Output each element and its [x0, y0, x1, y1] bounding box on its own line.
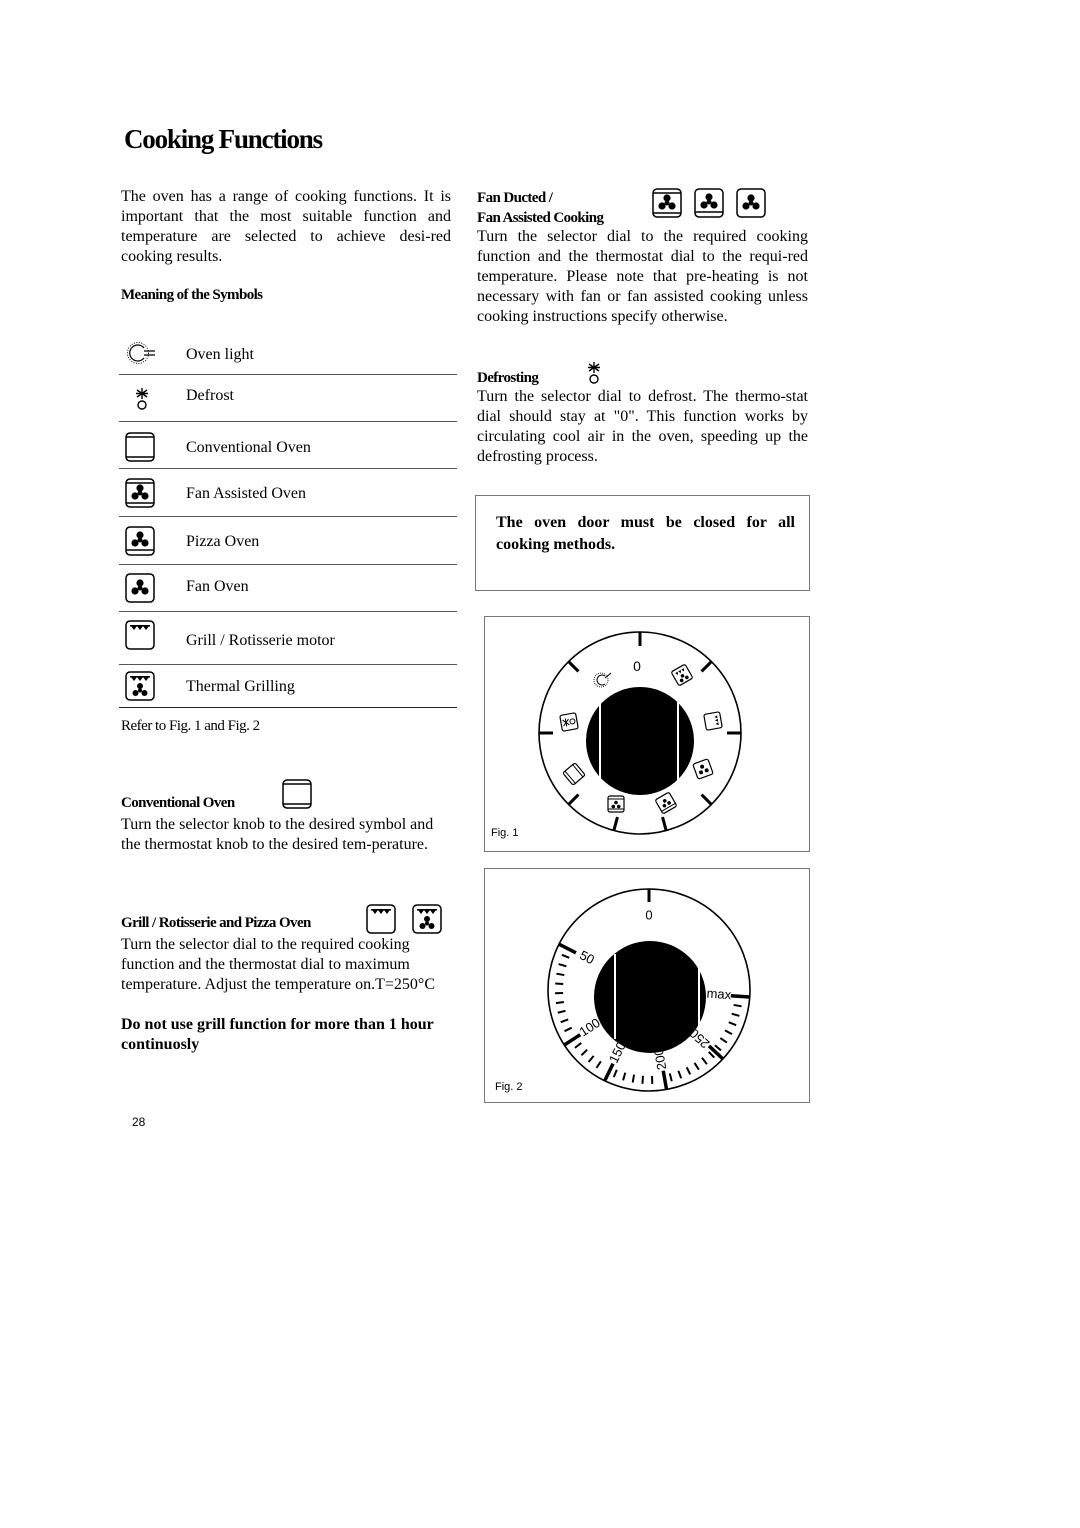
- fan-heading-line2: Fan Assisted Cooking: [477, 210, 604, 226]
- symbol-label: Pizza Oven: [186, 533, 260, 550]
- thermostat-dial-diagram: 050100150 200250max: [547, 888, 751, 1092]
- symbol-row: Thermal Grilling: [119, 665, 457, 708]
- symbol-row: Fan Assisted Oven: [119, 469, 457, 517]
- conventional-oven-icon: [125, 432, 155, 467]
- thermostat-minor-mark: [641, 1075, 644, 1084]
- dial-fan-assisted-oven-icon: [607, 795, 625, 813]
- fan-assisted-oven-icon: [125, 478, 155, 513]
- fan-heading: Fan Ducted / Fan Assisted Cooking: [477, 188, 604, 228]
- symbol-label: Thermal Grilling: [186, 678, 295, 695]
- intro-paragraph: The oven has a range of cooking function…: [121, 188, 451, 265]
- page-title: Cooking Functions: [124, 124, 323, 154]
- figure-2-thermostat-dial: 0 50 100 150 200 250 max Fig. 2: [484, 868, 810, 1103]
- thermostat-scale-label: 0: [645, 907, 652, 922]
- thermal-grilling-icon: [412, 904, 442, 939]
- grill-rotisserie-icon: [366, 904, 396, 939]
- grill-rotisserie-icon: [125, 620, 155, 655]
- grill-heading: Grill / Rotisserie and Pizza Oven: [121, 915, 311, 931]
- conventional-body: Turn the selector knob to the desired sy…: [121, 816, 434, 853]
- fan-body: Turn the selector dial to the required c…: [477, 228, 808, 325]
- symbol-row: Conventional Oven: [119, 422, 457, 469]
- selector-dial-diagram: 0: [538, 631, 742, 835]
- thermal-grilling-icon: [125, 671, 155, 706]
- symbol-label: Grill / Rotisserie motor: [186, 632, 335, 649]
- pizza-oven-icon: [125, 526, 155, 561]
- grill-warning: Do not use grill function for more than …: [121, 1016, 434, 1053]
- grill-body: Turn the selector dial to the required c…: [121, 936, 435, 993]
- defrosting-heading: Defrosting: [477, 370, 539, 386]
- defrost-icon: [586, 361, 602, 390]
- fan-oven-icon: [125, 573, 155, 608]
- symbol-row: Pizza Oven: [119, 517, 457, 565]
- thermostat-minor-mark: [556, 972, 565, 977]
- symbol-label: Defrost: [186, 387, 234, 404]
- symbol-label: Oven light: [186, 346, 254, 363]
- fan-oven-icon: [736, 188, 766, 223]
- thermostat-major-mark: [730, 993, 750, 999]
- symbol-label: Conventional Oven: [186, 439, 311, 456]
- defrosting-body: Turn the selector dial to defrost. The t…: [477, 388, 808, 465]
- symbols-heading: Meaning of the Symbols: [121, 287, 263, 303]
- defrost-icon: [134, 387, 150, 416]
- conventional-heading: Conventional Oven: [121, 795, 235, 811]
- dial-zero-label: 0: [633, 658, 641, 674]
- notice-text: The oven door must be closed for all coo…: [496, 514, 795, 553]
- fan-heading-line1: Fan Ducted /: [477, 190, 553, 206]
- figure-1-selector-dial: 0 Fig. 1: [484, 616, 810, 852]
- conventional-oven-icon: [282, 779, 312, 814]
- symbol-row: Fan Oven: [119, 565, 457, 612]
- symbol-row: Defrost: [119, 375, 457, 422]
- symbol-row: Oven light: [119, 336, 457, 375]
- thermostat-minor-mark: [555, 982, 564, 985]
- notice-box: The oven door must be closed for all coo…: [475, 495, 810, 591]
- thermostat-minor-mark: [555, 1000, 564, 1005]
- symbol-label: Fan Assisted Oven: [186, 485, 306, 502]
- thermostat-minor-mark: [631, 1074, 636, 1083]
- figure-1-label: Fig. 1: [491, 827, 519, 839]
- symbol-row: Grill / Rotisserie motor: [119, 612, 457, 665]
- page-number: 28: [132, 1115, 146, 1129]
- oven-light-icon: [125, 342, 155, 369]
- thermostat-minor-mark: [733, 1003, 742, 1008]
- thermostat-scale-label: max: [706, 985, 732, 1002]
- figure-2-label: Fig. 2: [495, 1081, 523, 1093]
- dial-grill-icon: [703, 711, 723, 731]
- symbols-table: Oven light Defrost Conventional Oven Fan…: [119, 336, 457, 708]
- fan-assisted-oven-icon: [652, 188, 682, 223]
- dial-defrost-icon: [559, 712, 579, 732]
- symbol-label: Fan Oven: [186, 578, 249, 595]
- refer-figures-text: Refer to Fig. 1 and Fig. 2: [121, 718, 260, 734]
- pizza-oven-icon: [694, 188, 724, 223]
